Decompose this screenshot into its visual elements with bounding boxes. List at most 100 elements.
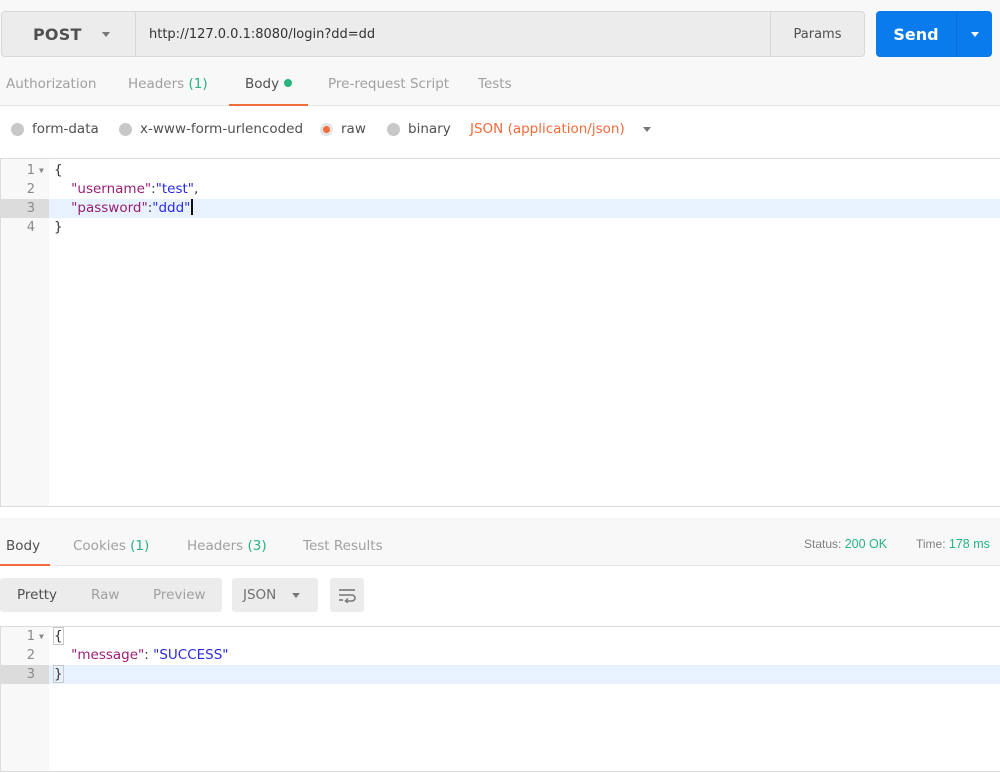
radio-x-www-form-urlencoded[interactable]: x-www-form-urlencoded xyxy=(119,106,303,152)
body-type-row: form-data x-www-form-urlencoded raw bina… xyxy=(0,106,1000,158)
send-group: Send xyxy=(876,11,992,57)
response-body-viewer[interactable]: 1 ▼ { 2 "message": "SUCCESS" 3 } xyxy=(0,626,1000,772)
response-time: Time: 178 ms xyxy=(916,518,990,566)
tab-label: Authorization xyxy=(6,76,97,92)
tab-authorization[interactable]: Authorization xyxy=(6,62,96,106)
status-label: Status: xyxy=(804,537,842,551)
fold-arrow-icon[interactable]: ▼ xyxy=(39,627,44,646)
code-text: "username":"test", xyxy=(54,180,198,199)
send-button[interactable]: Send xyxy=(876,11,956,57)
fold-arrow-icon[interactable]: ▼ xyxy=(39,161,44,180)
line-number: 2 xyxy=(26,182,35,197)
wrap-lines-button[interactable] xyxy=(330,578,364,612)
json-string: "test" xyxy=(155,181,195,197)
response-tab-body[interactable]: Body xyxy=(0,518,51,567)
code-text: "password":"ddd" xyxy=(54,199,194,218)
time-label: Time: xyxy=(916,537,946,551)
radio-icon xyxy=(119,122,132,136)
response-tab-test-results[interactable]: Test Results xyxy=(303,518,383,566)
radio-label: x-www-form-urlencoded xyxy=(140,121,304,137)
tab-count: (1) xyxy=(188,76,208,92)
tab-headers[interactable]: Headers (1) xyxy=(128,62,208,106)
chevron-down-icon xyxy=(970,31,979,37)
code-text: } xyxy=(53,665,64,684)
line-number: 2 xyxy=(26,648,35,663)
radio-binary[interactable]: binary xyxy=(387,106,451,152)
tab-label: Pre-request Script xyxy=(328,76,450,92)
content-type-label: JSON (application/json) xyxy=(470,121,625,137)
content-type-select[interactable]: JSON (application/json) xyxy=(470,106,651,152)
request-body-editor[interactable]: 1 ▼ { 2 "username":"test", 3 "password":… xyxy=(0,158,1000,507)
code-text: } xyxy=(54,219,63,235)
response-tabs: Body Cookies (1) Headers (3) Test Result… xyxy=(0,518,1000,567)
chevron-down-icon xyxy=(101,31,110,37)
view-pretty-button[interactable]: Pretty xyxy=(17,578,57,612)
json-separator: : xyxy=(144,647,154,663)
json-key: "username" xyxy=(71,181,152,197)
json-key: "message" xyxy=(71,647,145,663)
radio-label: binary xyxy=(408,121,451,137)
request-bar: POST Params Send xyxy=(0,0,1000,70)
tab-label: Headers xyxy=(128,76,185,92)
wrap-lines-icon xyxy=(339,589,356,603)
status-value: 200 OK xyxy=(844,537,888,551)
response-tab-cookies[interactable]: Cookies (1) xyxy=(73,518,149,566)
json-string: "ddd" xyxy=(152,200,191,216)
chevron-down-icon xyxy=(642,126,651,132)
url-group: POST Params xyxy=(1,11,865,57)
code-line: 1 ▼ { xyxy=(1,627,1000,646)
chevron-down-icon xyxy=(292,592,301,598)
matched-brace: } xyxy=(53,665,64,683)
url-input[interactable] xyxy=(136,12,770,56)
method-select[interactable]: POST xyxy=(2,12,136,56)
view-mode-segmented: Pretty Raw Preview xyxy=(0,578,222,612)
json-key: "password" xyxy=(71,200,148,216)
tab-pre-request-script[interactable]: Pre-request Script xyxy=(328,62,449,106)
code-line: 2 "message": "SUCCESS" xyxy=(1,646,1000,665)
radio-raw[interactable]: raw xyxy=(320,106,366,152)
line-number: 3 xyxy=(1,199,49,218)
json-trail: , xyxy=(194,181,199,197)
code-text: "message": "SUCCESS" xyxy=(54,646,229,665)
line-number: 3 xyxy=(1,665,49,684)
line-number: 4 xyxy=(26,220,35,235)
matched-brace: { xyxy=(53,627,64,645)
code-text: { xyxy=(54,162,63,178)
view-preview-button[interactable]: Preview xyxy=(153,578,206,612)
format-label: JSON xyxy=(243,587,277,603)
time-value: 178 ms xyxy=(948,537,990,551)
radio-icon xyxy=(387,122,400,136)
code-line-active: 3 } xyxy=(1,665,1000,684)
params-button[interactable]: Params xyxy=(770,12,864,56)
response-status: Status: 200 OK xyxy=(804,518,887,566)
code-line: 4 } xyxy=(1,218,1000,237)
tab-label: Test Results xyxy=(303,538,383,554)
tab-count: (3) xyxy=(247,538,267,554)
request-tabs: Authorization Headers (1) Body Pre-reque… xyxy=(0,62,1000,107)
tab-label: Body xyxy=(245,76,280,92)
code-text: { xyxy=(53,627,64,646)
view-raw-button[interactable]: Raw xyxy=(91,578,119,612)
json-string: "SUCCESS" xyxy=(153,647,229,663)
radio-form-data[interactable]: form-data xyxy=(11,106,99,152)
response-tab-headers[interactable]: Headers (3) xyxy=(187,518,267,566)
text-cursor xyxy=(191,199,194,215)
radio-checked-icon xyxy=(320,122,333,136)
tab-label: Headers xyxy=(187,538,244,554)
method-label: POST xyxy=(33,24,82,44)
response-toolbar: Pretty Raw Preview JSON xyxy=(0,566,1000,626)
code-line: 2 "username":"test", xyxy=(1,180,1000,199)
code-line-active: 3 "password":"ddd" xyxy=(1,199,1000,218)
tab-tests[interactable]: Tests xyxy=(478,62,512,106)
code-line: 1 ▼ { xyxy=(1,161,1000,180)
format-select[interactable]: JSON xyxy=(232,578,318,612)
tab-label: Tests xyxy=(478,76,512,92)
tab-label: Cookies xyxy=(73,538,126,554)
radio-icon xyxy=(11,122,24,136)
radio-label: raw xyxy=(341,121,366,137)
modified-dot-icon xyxy=(284,79,293,87)
send-options-button[interactable] xyxy=(956,11,992,57)
radio-label: form-data xyxy=(32,121,99,137)
tab-body[interactable]: Body xyxy=(228,62,309,107)
tab-count: (1) xyxy=(130,538,150,554)
